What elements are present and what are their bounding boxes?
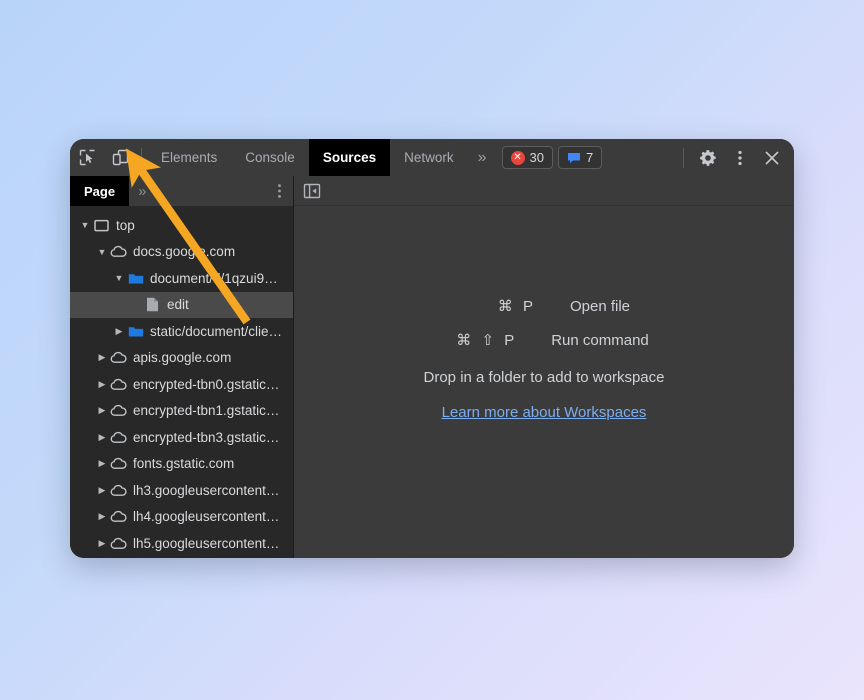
learn-more-workspaces-link[interactable]: Learn more about Workspaces [442, 404, 647, 421]
close-icon[interactable] [756, 139, 788, 176]
tree-row-label: top [116, 217, 135, 233]
nav-overflow-chevron-icon[interactable]: » [129, 176, 155, 206]
cloud-icon [109, 457, 128, 470]
cloud-icon [109, 245, 128, 258]
device-toolbar-icon[interactable] [104, 139, 138, 176]
shortcut-open-file: ⌘ P Open file [458, 297, 631, 316]
tree-row-label: lh4.googleusercontent… [133, 509, 280, 525]
shortcut-run-command-action: Run command [551, 331, 649, 349]
cloud-icon [109, 484, 128, 497]
main-toolbar: Elements Console Sources Network » ✕ 30 … [70, 139, 794, 176]
navigator-toolbar: Page » [70, 176, 293, 206]
collapse-sidebar-icon[interactable] [302, 182, 322, 200]
chevron-right-icon[interactable]: ▶ [95, 485, 109, 496]
frame-icon [92, 219, 111, 232]
tree-row-label: apis.google.com [133, 350, 232, 366]
chevron-right-icon[interactable]: ▶ [95, 538, 109, 549]
message-count-badge[interactable]: 7 [557, 146, 603, 169]
chevron-right-icon[interactable]: ▶ [95, 511, 109, 522]
workspace-drop-hint: Drop in a folder to add to workspace [423, 369, 665, 386]
cloud-icon [109, 431, 128, 444]
tab-overflow-chevron-icon[interactable]: » [468, 139, 497, 176]
chevron-right-icon[interactable]: ▶ [112, 326, 126, 337]
empty-sources-view: ⌘ P Open file ⌘ ⇧ P Run command Drop in … [294, 206, 794, 558]
tree-row[interactable]: ▶ lh4.googleusercontent… [70, 504, 293, 531]
tree-row-label: lh5.googleusercontent… [133, 535, 280, 551]
tree-row-label: docs.google.com [133, 244, 236, 260]
tree-row[interactable]: ▶ encrypted-tbn1.gstatic… [70, 398, 293, 425]
tab-network[interactable]: Network [390, 139, 468, 176]
shortcut-run-command-keys: ⌘ ⇧ P [456, 332, 518, 349]
toolbar-right-group [675, 139, 794, 176]
tree-row[interactable]: ▶ lh5.googleusercontent… [70, 530, 293, 557]
tree-row-label: encrypted-tbn3.gstatic… [133, 429, 280, 445]
tree-row[interactable]: ▼ document/d/1qzui9… [70, 265, 293, 292]
tree-row-label: edit [167, 297, 189, 313]
tree-row[interactable]: ▶ static/document/clie… [70, 318, 293, 345]
cloud-icon [109, 378, 128, 391]
navigator-panel: Page » ▼ top ▼ docs.google.com ▼ document/d/1… [70, 176, 294, 558]
cloud-icon [109, 351, 128, 364]
chevron-down-icon[interactable]: ▼ [95, 247, 109, 257]
devtools-body: Page » ▼ top ▼ docs.google.com ▼ document/d/1… [70, 176, 794, 558]
tree-row[interactable]: ▶ fonts.gstatic.com [70, 451, 293, 478]
tree-row-label: static/document/clie… [150, 323, 283, 339]
tree-row-label: fonts.gstatic.com [133, 456, 235, 472]
tab-sources[interactable]: Sources [308, 139, 391, 176]
folder-icon [126, 325, 145, 338]
vertical-dots-icon[interactable] [724, 139, 756, 176]
toolbar-right-divider [683, 147, 684, 168]
tree-row-label: document/d/1qzui9… [150, 270, 278, 286]
tree-row-label: lh3.googleusercontent… [133, 482, 280, 498]
tab-console[interactable]: Console [231, 139, 309, 176]
cloud-icon [109, 510, 128, 523]
folder-icon [126, 272, 145, 285]
devtools-window: Elements Console Sources Network » ✕ 30 … [70, 139, 794, 558]
chevron-right-icon[interactable]: ▶ [95, 352, 109, 363]
gear-icon[interactable] [692, 139, 724, 176]
error-count-badge[interactable]: ✕ 30 [501, 146, 553, 169]
cloud-icon [109, 404, 128, 417]
tree-row[interactable]: ▼ top [70, 212, 293, 239]
message-icon [567, 152, 581, 164]
shortcut-open-file-keys: ⌘ P [497, 298, 536, 315]
file-icon [143, 297, 162, 312]
chevron-down-icon[interactable]: ▼ [112, 273, 126, 283]
shortcut-run-command: ⌘ ⇧ P Run command [439, 331, 649, 350]
cloud-icon [109, 537, 128, 550]
tree-row-label: encrypted-tbn0.gstatic… [133, 376, 280, 392]
chevron-right-icon[interactable]: ▶ [95, 458, 109, 469]
tree-row[interactable]: ▶ encrypted-tbn3.gstatic… [70, 424, 293, 451]
chevron-down-icon[interactable]: ▼ [78, 220, 92, 230]
tab-elements[interactable]: Elements [147, 139, 231, 176]
tree-row[interactable]: ▶ apis.google.com [70, 345, 293, 372]
error-count-label: 30 [529, 150, 544, 165]
error-circle-icon: ✕ [510, 150, 525, 165]
nav-tab-page[interactable]: Page [70, 176, 130, 206]
inspect-cursor-icon[interactable] [70, 139, 104, 176]
chevron-right-icon[interactable]: ▶ [95, 379, 109, 390]
content-toolbar [294, 176, 794, 206]
chevron-right-icon[interactable]: ▶ [95, 405, 109, 416]
chevron-right-icon[interactable]: ▶ [95, 432, 109, 443]
navigator-more-vertical-dots-icon[interactable] [265, 176, 293, 206]
message-count-label: 7 [585, 150, 594, 165]
toolbar-divider [141, 148, 142, 167]
tree-row[interactable]: edit [70, 291, 293, 318]
tree-row[interactable]: ▶ encrypted-tbn0.gstatic… [70, 371, 293, 398]
content-panel: ⌘ P Open file ⌘ ⇧ P Run command Drop in … [294, 176, 794, 558]
file-tree[interactable]: ▼ top ▼ docs.google.com ▼ document/d/1qzui9… e… [70, 206, 293, 558]
shortcut-open-file-action: Open file [569, 297, 631, 315]
tree-row[interactable]: ▼ docs.google.com [70, 239, 293, 266]
tree-row[interactable]: ▶ lh3.googleusercontent… [70, 477, 293, 504]
tree-row-label: encrypted-tbn1.gstatic… [133, 403, 280, 419]
